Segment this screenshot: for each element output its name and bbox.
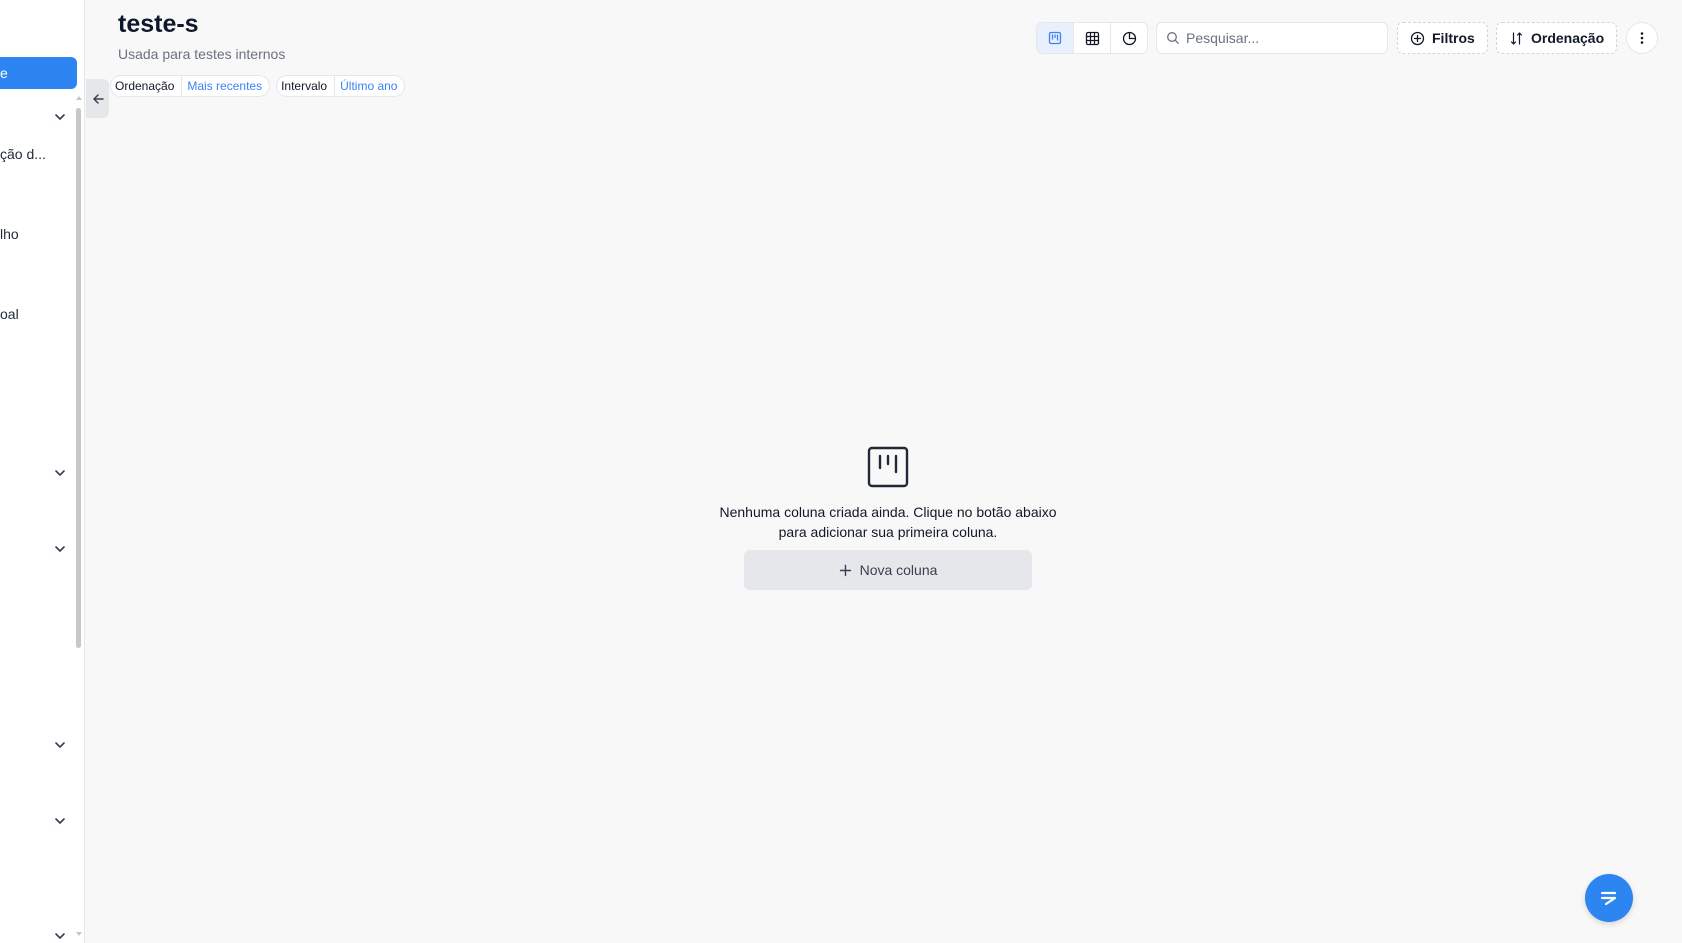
kanban-icon <box>1048 31 1062 45</box>
sidebar-item-label[interactable]: oal <box>0 306 19 322</box>
interval-chip[interactable]: Intervalo Último ano <box>276 75 406 97</box>
filters-label: Filtros <box>1432 30 1475 46</box>
sidebar-scrollbar[interactable] <box>76 108 81 648</box>
scrollbar-down-arrow[interactable] <box>76 932 82 936</box>
chip-value: Último ano <box>340 79 398 93</box>
page-subtitle: Usada para testes internos <box>118 46 286 62</box>
chip-value: Mais recentes <box>187 79 263 93</box>
sort-chip[interactable]: Ordenação Mais recentes <box>110 75 271 97</box>
chevron-down-icon[interactable] <box>53 110 67 124</box>
search-icon <box>1167 32 1179 44</box>
chevron-down-icon[interactable] <box>53 814 67 828</box>
page-title: teste-s <box>118 10 199 38</box>
view-toggle <box>1036 22 1148 54</box>
empty-state-line-1: Nenhuma coluna criada ainda. Clique no b… <box>719 504 1057 520</box>
chevron-down-icon[interactable] <box>53 542 67 556</box>
plus-icon <box>839 564 851 576</box>
arrow-left-icon <box>92 93 104 104</box>
search-input[interactable] <box>1186 30 1376 46</box>
chevron-down-icon[interactable] <box>53 929 67 943</box>
more-options-button[interactable] <box>1626 22 1658 54</box>
app: e ção d... lho oal teste-s Usada para te… <box>0 0 1682 943</box>
collapse-sidebar-button[interactable] <box>86 79 109 118</box>
chevron-down-icon[interactable] <box>53 738 67 752</box>
sidebar-item-label[interactable]: lho <box>0 226 19 242</box>
chip-key: Ordenação <box>111 76 183 96</box>
assistant-icon <box>1600 891 1617 906</box>
chip-key: Intervalo <box>277 76 336 96</box>
kanban-board-icon <box>867 446 909 488</box>
sort-label: Ordenação <box>1531 30 1605 46</box>
chart-view-button[interactable] <box>1111 23 1147 53</box>
filters-button[interactable]: Filtros <box>1397 22 1488 54</box>
new-column-label: Nova coluna <box>859 562 938 578</box>
scrollbar-up-arrow[interactable] <box>76 96 82 100</box>
empty-state-line-2: para adicionar sua primeira coluna. <box>778 524 998 540</box>
table-icon <box>1085 31 1099 45</box>
more-vertical-icon <box>1640 32 1644 44</box>
active-filters: Ordenação Mais recentes Intervalo Último… <box>110 75 406 97</box>
sidebar-item-label[interactable]: ção d... <box>0 146 46 162</box>
pie-chart-icon <box>1122 31 1136 45</box>
sidebar-item-active[interactable]: e <box>0 57 77 89</box>
empty-state: Nenhuma coluna criada ainda. Clique no b… <box>700 446 1076 590</box>
kanban-view-button[interactable] <box>1037 23 1074 53</box>
sidebar: e ção d... lho oal <box>0 0 85 943</box>
plus-circle-icon <box>1410 31 1425 45</box>
table-view-button[interactable] <box>1074 23 1111 53</box>
search-box <box>1156 22 1388 54</box>
sort-arrows-icon <box>1510 31 1523 45</box>
sort-button[interactable]: Ordenação <box>1496 22 1618 54</box>
new-column-button[interactable]: Nova coluna <box>744 550 1032 590</box>
empty-state-message: Nenhuma coluna criada ainda. Clique no b… <box>719 502 1056 542</box>
chevron-down-icon[interactable] <box>53 466 67 480</box>
assistant-fab-button[interactable] <box>1585 874 1633 922</box>
sidebar-item-active-label: e <box>0 65 8 81</box>
